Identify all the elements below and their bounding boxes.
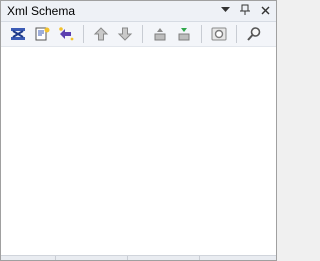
schema-content-area[interactable]: [1, 47, 276, 257]
window-buttons: [218, 3, 272, 17]
generate-schema-button[interactable]: [55, 23, 77, 45]
toolbar-separator: [201, 25, 202, 43]
panel-bottom-bar: [1, 255, 276, 260]
collapse-button[interactable]: [149, 23, 171, 45]
bottom-divider: [127, 256, 128, 260]
collapse-icon: [154, 28, 166, 41]
arrow-up-icon: [93, 27, 109, 41]
bottom-divider: [55, 256, 56, 260]
bottom-divider: [199, 256, 200, 260]
open-file-icon: [35, 27, 50, 41]
toolbar-separator: [236, 25, 237, 43]
pin-icon[interactable]: [238, 3, 252, 17]
close-icon[interactable]: [258, 3, 272, 17]
move-up-button[interactable]: [90, 23, 112, 45]
magic-wand-icon: [59, 27, 74, 41]
toolbar-separator: [83, 25, 84, 43]
search-button[interactable]: [243, 23, 265, 45]
panel-titlebar: Xml Schema: [1, 1, 276, 22]
arrow-down-icon: [117, 27, 133, 41]
chevron-down-icon[interactable]: [218, 3, 232, 17]
settings-button[interactable]: [208, 23, 230, 45]
toolbar-separator: [142, 25, 143, 43]
panel-toolbar: [1, 22, 276, 47]
settings-icon: [211, 27, 227, 41]
xml-schema-panel: Xml Schema: [0, 0, 277, 261]
expand-icon: [178, 28, 190, 41]
panel-title: Xml Schema: [7, 4, 76, 18]
move-down-button[interactable]: [114, 23, 136, 45]
schema-overview-button[interactable]: [7, 23, 29, 45]
schema-icon: [11, 28, 25, 40]
search-icon: [247, 27, 261, 41]
expand-button[interactable]: [173, 23, 195, 45]
open-schema-button[interactable]: [31, 23, 53, 45]
